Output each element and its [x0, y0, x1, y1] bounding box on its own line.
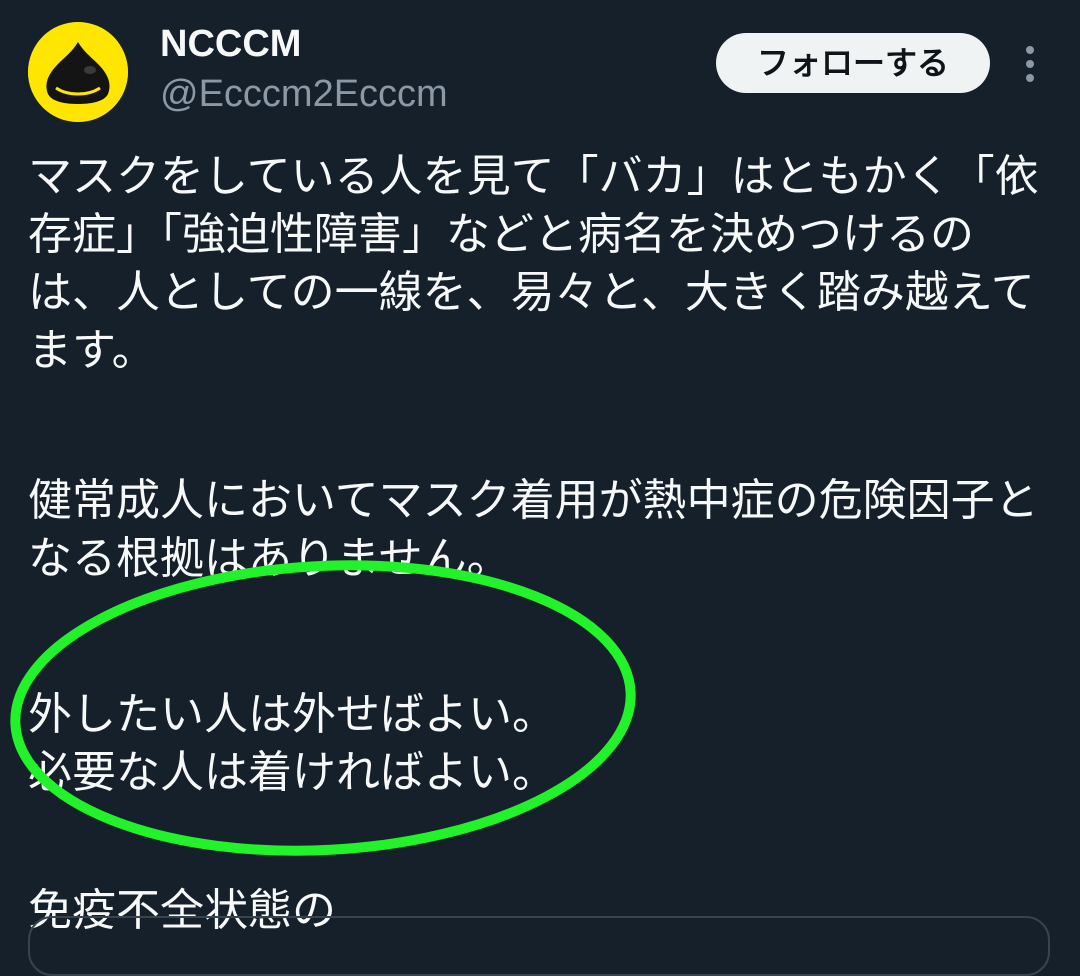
avatar-image — [28, 22, 128, 122]
more-options-icon[interactable] — [1010, 40, 1050, 88]
slime-avatar-icon[interactable] — [28, 22, 128, 122]
tweet-paragraph-2: 健常成人においてマスク着用が熱中症の危険因子となる根拠はありません。 — [28, 475, 1039, 584]
author-handle[interactable]: @Ecccm2Ecccm — [160, 71, 448, 117]
tweet-paragraph-1: マスクをしている人を見て「バカ」はともかく「依存症」「強迫性障害」などと病名を決… — [28, 151, 1039, 376]
follow-button[interactable]: フォローする — [716, 33, 990, 93]
tweet-paragraph-3: 外したい人は外せばよい。 必要な人は着ければよい。 — [28, 689, 556, 798]
tweet-body: マスクをしている人を見て「バカ」はともかく「依存症」「強迫性障害」などと病名を決… — [28, 148, 1052, 940]
quoted-card[interactable] — [28, 916, 1050, 976]
author-display-name[interactable]: NCCCM — [160, 20, 301, 68]
